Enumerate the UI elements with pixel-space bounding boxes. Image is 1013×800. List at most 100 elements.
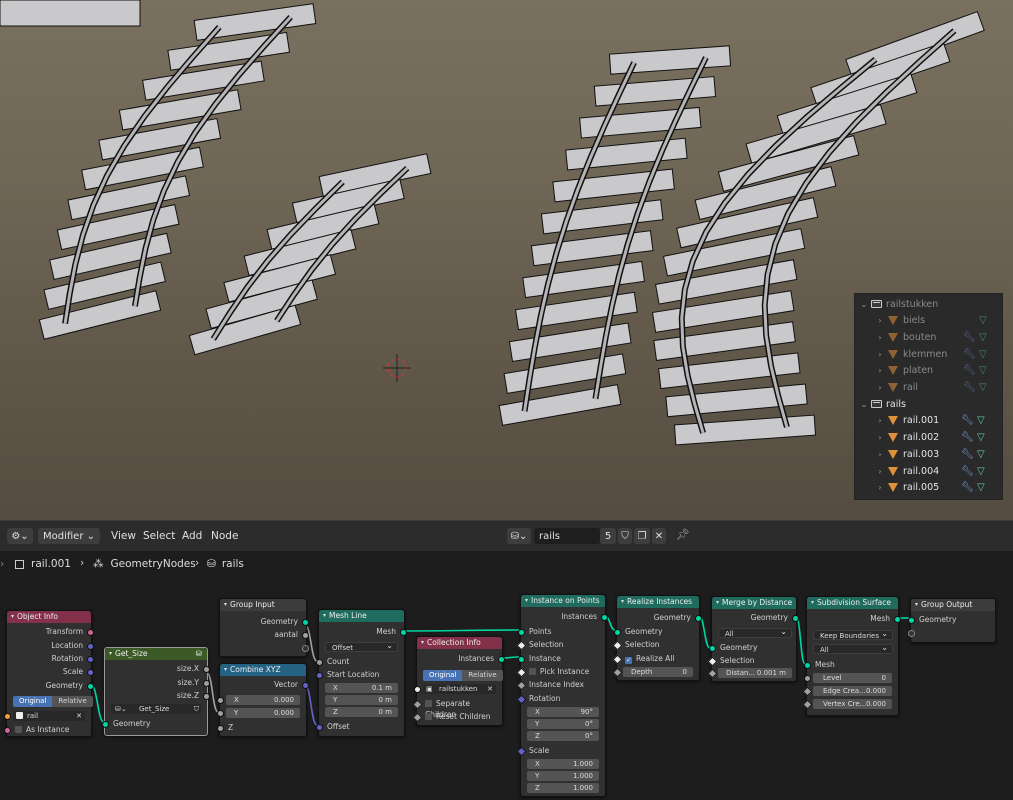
socket[interactable]: [709, 645, 716, 652]
socket[interactable]: [87, 683, 94, 690]
chevron-right-icon[interactable]: ›: [875, 416, 885, 425]
node-editor-canvas[interactable]: ▾ Object Info Transform Location Rotation…: [0, 578, 1013, 800]
socket[interactable]: [518, 629, 525, 636]
socket[interactable]: [792, 615, 799, 622]
socket[interactable]: [4, 713, 11, 720]
mode-dropdown[interactable]: All: [718, 627, 792, 638]
scale-x-field[interactable]: X 1.000: [527, 759, 599, 769]
level-field[interactable]: Level 0: [804, 673, 892, 683]
subdivision-surface-node[interactable]: ▾ Subdivision Surface Mesh Keep Boundarie…: [802, 596, 901, 716]
outliner-item[interactable]: › rail.005 🔧︎ ▽: [875, 480, 999, 496]
x-field[interactable]: X 0.000: [217, 695, 300, 705]
outliner-panel[interactable]: ⌄ railstukken › biels ▽ › bouten 🔧︎ ▽ › klemmen 🔧︎ ▽…: [854, 293, 1003, 500]
outliner-collection[interactable]: ⌄ rails: [859, 396, 999, 412]
mesh-data-icon[interactable]: ▽: [979, 382, 987, 393]
wrench-icon[interactable]: 🔧︎: [963, 349, 976, 360]
separate-children-checkbox[interactable]: Separate Children: [412, 698, 502, 719]
get-size-group-node[interactable]: ▾ Get_Size ⛁ size.X size.Y size.Z ⛁⌄ Get_Si…: [102, 647, 210, 736]
vertex-crease-field[interactable]: Vertex Cre... 0.000: [802, 699, 892, 710]
chevron-right-icon[interactable]: ›: [875, 383, 885, 392]
outliner-item[interactable]: › biels ▽: [875, 313, 999, 329]
socket[interactable]: [203, 693, 210, 700]
wrench-icon[interactable]: 🔧︎: [963, 365, 976, 376]
mesh-data-icon[interactable]: ▽: [977, 432, 985, 443]
combine-xyz-node[interactable]: ▾ Combine XYZ Vector X 0.000 Y 0.000 Z: [217, 663, 309, 737]
socket[interactable]: [302, 619, 309, 626]
wrench-icon[interactable]: 🔧︎: [963, 382, 976, 393]
node-group-name-field[interactable]: rails: [534, 528, 600, 544]
collection-info-node[interactable]: ▾ Collection Info Instances Original Relat…: [412, 636, 505, 726]
instance-on-points-node[interactable]: ▾ Instance on Points Instances Points Sel…: [516, 594, 608, 797]
socket[interactable]: [217, 697, 224, 704]
wrench-icon[interactable]: 🔧︎: [961, 449, 974, 460]
outliner-item[interactable]: › klemmen 🔧︎ ▽: [875, 346, 999, 362]
mode-dropdown[interactable]: Offset: [325, 641, 398, 652]
duplicate-icon[interactable]: ❐: [634, 528, 650, 544]
socket[interactable]: [217, 710, 224, 717]
group-input-node[interactable]: ▾ Group Input Geometry aantal: [219, 598, 309, 657]
outliner-item[interactable]: › rail.003 🔧︎ ▽: [875, 446, 999, 462]
group-output-node[interactable]: ▾ Group Output Geometry: [908, 598, 996, 643]
socket[interactable]: [695, 615, 702, 622]
depth-field[interactable]: Depth 0: [612, 667, 693, 678]
user-count[interactable]: 5: [600, 528, 616, 544]
outliner-item[interactable]: › rail.002 🔧︎ ▽: [875, 430, 999, 446]
socket[interactable]: [217, 725, 224, 732]
fake-user-shield-icon[interactable]: ⛉: [618, 528, 632, 544]
wrench-icon[interactable]: 🔧︎: [961, 482, 974, 493]
menu-add[interactable]: Add: [182, 530, 202, 542]
pin-icon[interactable]: 📌︎: [676, 528, 690, 541]
chevron-right-icon[interactable]: ›: [875, 350, 885, 359]
object-field[interactable]: rail ✕: [4, 711, 85, 721]
breadcrumb-modifier[interactable]: ⁂ GeometryNodes: [93, 558, 196, 570]
toggle-relative[interactable]: Relative: [462, 670, 503, 681]
3d-viewport[interactable]: ⌄ railstukken › biels ▽ › bouten 🔧︎ ▽ › klemmen 🔧︎ ▽…: [0, 0, 1013, 520]
breadcrumb-node-group[interactable]: ⛁ rails: [207, 558, 244, 570]
socket[interactable]: [203, 680, 210, 687]
chevron-right-icon[interactable]: ›: [875, 433, 885, 442]
uv-smooth-dropdown[interactable]: All: [813, 643, 893, 654]
socket[interactable]: [4, 727, 11, 734]
close-icon[interactable]: ✕: [652, 528, 666, 544]
socket[interactable]: [87, 669, 94, 676]
outliner-item[interactable]: › rail 🔧︎ ▽: [875, 380, 999, 396]
socket[interactable]: [614, 629, 621, 636]
socket[interactable]: [894, 616, 901, 623]
toggle-original[interactable]: Original: [13, 696, 53, 707]
socket[interactable]: [302, 682, 309, 689]
chevron-right-icon[interactable]: ›: [875, 450, 885, 459]
outliner-item[interactable]: › rail.001 🔧︎ ▽: [875, 413, 999, 429]
wrench-icon[interactable]: 🔧︎: [961, 415, 974, 426]
socket[interactable]: [400, 629, 407, 636]
socket[interactable]: [601, 614, 608, 621]
socket[interactable]: [908, 617, 915, 624]
start-z-field[interactable]: Z0 m: [325, 707, 398, 717]
mesh-data-icon[interactable]: ▽: [977, 482, 985, 493]
collection-field[interactable]: ▣ railstukken ✕: [414, 684, 496, 694]
menu-node[interactable]: Node: [211, 530, 238, 542]
outliner-item[interactable]: › platen 🔧︎ ▽: [875, 363, 999, 379]
mesh-data-icon[interactable]: ▽: [977, 415, 985, 426]
chevron-down-icon[interactable]: ⌄: [859, 300, 869, 309]
node-group-selector[interactable]: ⛁⌄ Get_Size ⛉: [111, 704, 201, 714]
socket[interactable]: [203, 666, 210, 673]
socket[interactable]: [804, 662, 811, 669]
y-field[interactable]: Y 0.000: [217, 708, 300, 718]
outliner-item[interactable]: › rail.004 🔧︎ ▽: [875, 463, 999, 479]
wrench-icon[interactable]: 🔧︎: [961, 432, 974, 443]
distance-field[interactable]: Distan... 0.001 m: [707, 668, 792, 679]
toggle-original[interactable]: Original: [423, 670, 463, 681]
mesh-data-icon[interactable]: ▽: [979, 315, 987, 326]
mesh-data-icon[interactable]: ▽: [979, 332, 987, 343]
rotation-x-field[interactable]: X 90°: [527, 707, 599, 717]
socket[interactable]: [316, 672, 323, 679]
socket[interactable]: [102, 721, 109, 728]
socket[interactable]: [87, 643, 94, 650]
socket[interactable]: [414, 686, 421, 693]
rotation-y-field[interactable]: Y 0°: [527, 719, 599, 729]
scale-y-field[interactable]: Y 1.000: [527, 771, 599, 781]
socket[interactable]: [908, 630, 915, 637]
menu-select[interactable]: Select: [143, 530, 175, 542]
object-info-node[interactable]: ▾ Object Info Transform Location Rotation…: [4, 610, 94, 737]
outliner-item[interactable]: › bouten 🔧︎ ▽: [875, 329, 999, 345]
